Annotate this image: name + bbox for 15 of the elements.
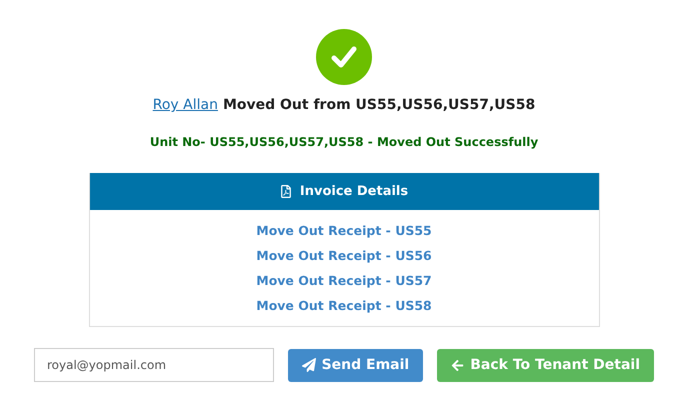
pdf-file-icon — [280, 185, 292, 198]
headline-text: Moved Out from US55,US56,US57,US58 — [222, 96, 536, 115]
tenant-link[interactable]: Roy Allan — [152, 95, 218, 116]
panel-title: Invoice Details — [300, 182, 408, 201]
send-icon — [302, 358, 316, 372]
email-field[interactable]: royal@yopmail.com — [34, 348, 274, 382]
back-button[interactable]: Back To Tenant Detail — [437, 348, 654, 382]
send-email-button[interactable]: Send Email — [288, 348, 424, 382]
success-message: Unit No- US55,US56,US57,US58 - Moved Out Successfully — [150, 134, 538, 151]
checkmark-icon — [316, 29, 372, 85]
arrow-left-icon — [451, 358, 464, 372]
receipt-link[interactable]: Move Out Receipt - US57 — [256, 268, 432, 293]
receipt-link[interactable]: Move Out Receipt - US58 — [256, 293, 432, 318]
receipt-link[interactable]: Move Out Receipt - US56 — [256, 243, 432, 268]
receipt-link[interactable]: Move Out Receipt - US55 — [256, 218, 432, 243]
